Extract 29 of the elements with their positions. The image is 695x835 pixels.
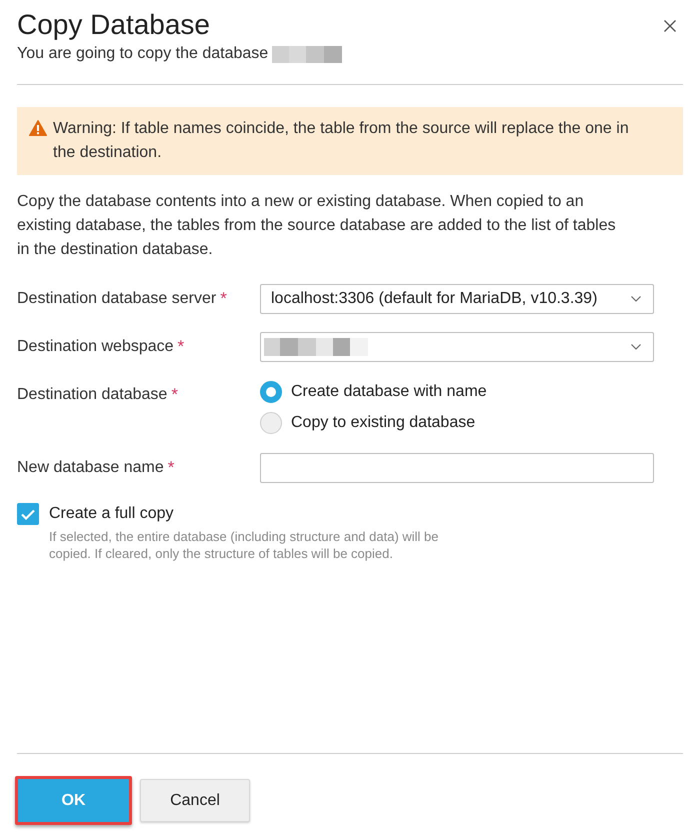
radio-button[interactable] (260, 412, 282, 434)
close-icon (664, 20, 676, 32)
radio-label[interactable]: Create database with name (291, 383, 487, 401)
field-label: Destination database server (17, 290, 216, 308)
required-mark: * (220, 289, 227, 309)
description-text: Copy the database contents into a new or existing database. When copied to an existing database, the tables from the source database are added to the list of tables in the destination database. (17, 192, 617, 260)
checkbox-hint: If selected, the entire database (including structure and data) will be copied. If cleared, only the structure of tables will be copied. (49, 528, 440, 562)
cancel-button[interactable]: Cancel (140, 779, 250, 822)
select-field[interactable]: localhost:3306 (default for MariaDB, v10.3.39) (260, 284, 654, 314)
field-label: New database name (17, 459, 164, 477)
select-field[interactable] (260, 332, 654, 362)
text-field[interactable] (260, 453, 654, 483)
chevron-down-icon (631, 296, 641, 302)
dialog-title: Copy Database (17, 9, 212, 41)
checkmark-icon (21, 508, 35, 520)
checkbox-label[interactable]: Create a full copy (49, 505, 174, 523)
field-label: Destination database (17, 386, 168, 404)
required-mark: * (178, 337, 184, 357)
radio-button[interactable] (260, 381, 282, 403)
checkbox[interactable] (17, 503, 39, 525)
close-button[interactable] (664, 20, 676, 32)
field-label: Destination webspace (17, 338, 174, 356)
dialog-subtitle: You are going to copy the database (17, 44, 268, 64)
required-mark: * (168, 458, 174, 478)
radio-label[interactable]: Copy to existing database (291, 414, 476, 432)
chevron-down-icon (631, 344, 641, 350)
warning-text: Warning: If table names coincide, the table from the source will replace the one in the destination. (53, 119, 630, 163)
warning-icon (29, 120, 47, 136)
required-mark: * (171, 385, 178, 405)
